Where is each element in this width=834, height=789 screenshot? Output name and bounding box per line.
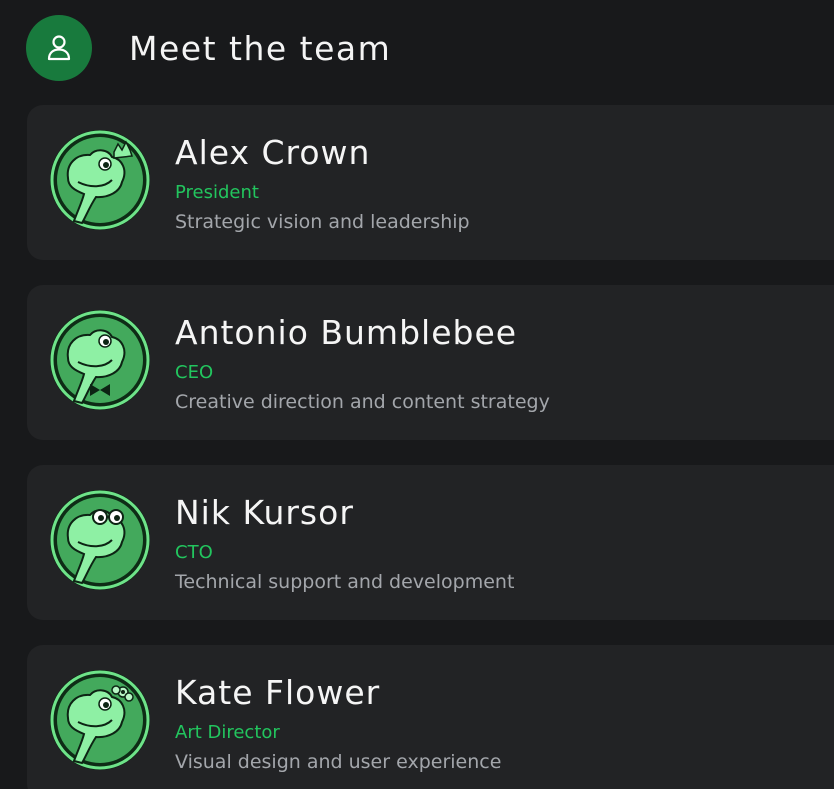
frog-crown-avatar xyxy=(50,130,150,230)
frog-bowtie-avatar xyxy=(50,310,150,410)
member-role: CTO xyxy=(175,542,213,563)
member-name: Antonio Bumblebee xyxy=(175,313,518,352)
team-page: Meet the team Alex Crown President Strat… xyxy=(0,0,834,789)
member-role: President xyxy=(175,182,259,203)
user-icon xyxy=(47,35,71,61)
user-badge xyxy=(26,15,92,81)
team-member-card: Alex Crown President Strategic vision an… xyxy=(27,105,834,260)
member-description: Strategic vision and leadership xyxy=(175,211,470,233)
member-description: Creative direction and content strategy xyxy=(175,391,550,413)
page-title: Meet the team xyxy=(129,28,392,68)
team-member-card: Antonio Bumblebee CEO Creative direction… xyxy=(27,285,834,440)
member-description: Visual design and user experience xyxy=(175,751,502,773)
member-name: Alex Crown xyxy=(175,133,371,172)
section-header: Meet the team xyxy=(26,14,391,82)
team-member-card: Kate Flower Art Director Visual design a… xyxy=(27,645,834,789)
member-name: Nik Kursor xyxy=(175,493,354,532)
frog-flower-avatar xyxy=(50,670,150,770)
team-member-card: Nik Kursor CTO Technical support and dev… xyxy=(27,465,834,620)
member-role: CEO xyxy=(175,362,214,383)
member-role: Art Director xyxy=(175,722,280,743)
member-name: Kate Flower xyxy=(175,673,381,712)
frog-glasses-avatar xyxy=(50,490,150,590)
member-description: Technical support and development xyxy=(175,571,515,593)
